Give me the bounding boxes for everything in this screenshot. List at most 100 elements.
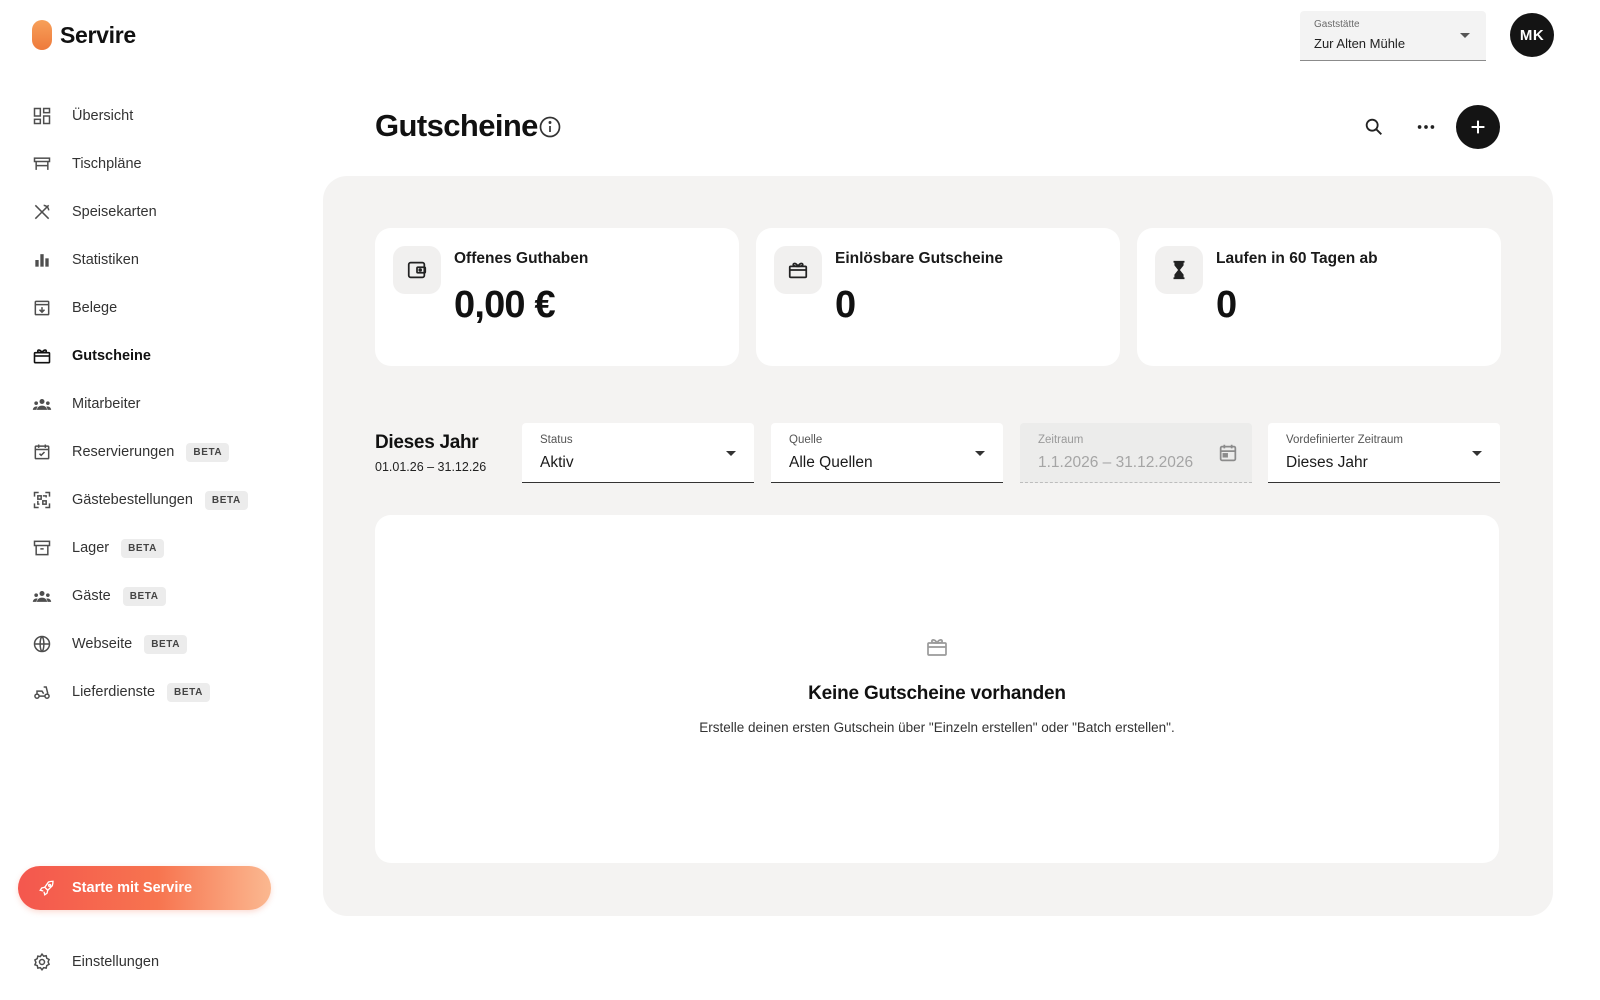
add-voucher-button[interactable] (1456, 105, 1500, 149)
source-select-value: Alle Quellen (789, 454, 873, 471)
archive-icon (30, 536, 54, 560)
sidebar-item-label: Statistiken (72, 252, 139, 268)
sidebar-item-tischplaene[interactable]: Tischpläne (20, 140, 310, 188)
empty-state-text: Erstelle deinen ersten Gutschein über "E… (699, 720, 1175, 735)
sidebar-item-reservierungen[interactable]: Reservierungen BETA (20, 428, 310, 476)
globe-icon (30, 632, 54, 656)
info-icon[interactable] (538, 115, 562, 139)
sidebar-item-label: Lager (72, 540, 110, 556)
sidebar-item-webseite[interactable]: Webseite BETA (20, 620, 310, 668)
sidebar-item-label: Webseite (72, 636, 133, 652)
restaurant-select[interactable]: Gaststätte Zur Alten Mühle (1300, 11, 1486, 61)
kpi-expiring-soon: Laufen in 60 Tagen ab 0 (1137, 228, 1501, 366)
brand-logo[interactable]: Servire (32, 20, 136, 50)
sidebar-item-gutscheine[interactable]: Gutscheine (20, 332, 310, 380)
beta-badge: BETA (144, 634, 188, 654)
hourglass-icon (1155, 246, 1203, 294)
scooter-icon (30, 680, 54, 704)
search-icon[interactable] (1362, 115, 1386, 139)
rocket-icon (36, 877, 58, 899)
plus-icon (1471, 120, 1485, 134)
period-range: 01.01.26 – 31.12.26 (375, 460, 487, 474)
source-select-label: Quelle (789, 434, 823, 446)
chevron-down-icon (1472, 451, 1482, 456)
sidebar-item-label: Reservierungen (72, 444, 175, 460)
chevron-down-icon (975, 451, 985, 456)
sidebar-item-label: Einstellungen (72, 954, 160, 970)
dashboard-icon (30, 104, 54, 128)
restaurant-select-label: Gaststätte (1314, 19, 1360, 30)
beta-badge: BETA (122, 586, 166, 606)
sidebar-item-lieferdienste[interactable]: Lieferdienste BETA (20, 668, 310, 716)
sidebar-item-label: Gäste (72, 588, 111, 604)
user-avatar[interactable]: MK (1510, 13, 1554, 57)
table-icon (30, 152, 54, 176)
restaurant-select-value: Zur Alten Mühle (1314, 36, 1406, 51)
kpi-redeemable-vouchers: Einlösbare Gutscheine 0 (756, 228, 1120, 366)
sidebar-item-label: Gästebestellungen (72, 492, 193, 508)
group-icon (30, 392, 54, 416)
kpi-title: Laufen in 60 Tagen ab (1216, 250, 1378, 267)
kpi-value: 0,00 € (454, 284, 556, 326)
kpi-title: Offenes Guthaben (454, 250, 589, 267)
calendar-check-icon (30, 440, 54, 464)
gift-card-icon (774, 246, 822, 294)
sidebar-item-einstellungen[interactable]: Einstellungen (20, 940, 310, 984)
qr-code-icon (30, 488, 54, 512)
date-range-label: Zeitraum (1038, 434, 1084, 446)
servire-logo-icon (32, 20, 52, 50)
chevron-down-icon (726, 451, 736, 456)
app: Servire Übersicht Tischpläne Speisekarte… (0, 0, 1600, 1000)
empty-state-title: Keine Gutscheine vorhanden (808, 683, 1066, 704)
gear-icon (30, 950, 54, 974)
sidebar-item-lager[interactable]: Lager BETA (20, 524, 310, 572)
sidebar-item-label: Gutscheine (72, 348, 151, 364)
receipt-icon (30, 296, 54, 320)
kpi-value: 0 (835, 284, 856, 326)
sidebar-item-label: Mitarbeiter (72, 396, 141, 412)
kpi-value: 0 (1216, 284, 1237, 326)
sidebar-item-label: Speisekarten (72, 204, 157, 220)
sidebar-item-gaestebestellungen[interactable]: Gästebestellungen BETA (20, 476, 310, 524)
sidebar-item-mitarbeiter[interactable]: Mitarbeiter (20, 380, 310, 428)
preset-period-label: Vordefinierter Zeitraum (1286, 434, 1403, 446)
sidebar-item-belege[interactable]: Belege (20, 284, 310, 332)
date-range-value: 1.1.2026 – 31.12.2026 (1038, 454, 1194, 471)
status-select[interactable]: Status Aktiv (522, 423, 754, 483)
period-title: Dieses Jahr (375, 432, 479, 453)
cta-label: Starte mit Servire (72, 880, 193, 896)
start-with-servire-button[interactable]: Starte mit Servire (18, 866, 271, 910)
sidebar-item-gaeste[interactable]: Gäste BETA (20, 572, 310, 620)
preset-period-select[interactable]: Vordefinierter Zeitraum Dieses Jahr (1268, 423, 1500, 483)
more-options-icon[interactable] (1414, 115, 1438, 139)
empty-state: Keine Gutscheine vorhanden Erstelle dein… (375, 515, 1499, 863)
sidebar-item-uebersicht[interactable]: Übersicht (20, 92, 310, 140)
sidebar-item-statistiken[interactable]: Statistiken (20, 236, 310, 284)
bar-chart-icon (30, 248, 54, 272)
status-select-value: Aktiv (540, 454, 574, 471)
source-select[interactable]: Quelle Alle Quellen (771, 423, 1003, 483)
calendar-icon (1216, 441, 1240, 465)
preset-period-value: Dieses Jahr (1286, 454, 1368, 471)
vouchers-panel: Offenes Guthaben 0,00 € Einlösbare Gutsc… (323, 176, 1553, 916)
sidebar-item-label: Tischpläne (72, 156, 142, 172)
sidebar-item-label: Lieferdienste (72, 684, 156, 700)
kpi-open-balance: Offenes Guthaben 0,00 € (375, 228, 739, 366)
cutlery-icon (30, 200, 54, 224)
chevron-down-icon (1460, 33, 1470, 38)
kpi-title: Einlösbare Gutscheine (835, 250, 1003, 267)
wallet-icon (393, 246, 441, 294)
sidebar-item-speisekarten[interactable]: Speisekarten (20, 188, 310, 236)
beta-badge: BETA (186, 442, 230, 462)
brand-name: Servire (60, 21, 136, 48)
guests-icon (30, 584, 54, 608)
gift-card-icon (925, 635, 949, 659)
gift-card-icon (30, 344, 54, 368)
status-select-label: Status (540, 434, 573, 446)
sidebar-nav: Übersicht Tischpläne Speisekarten Statis… (20, 92, 310, 716)
sidebar-item-label: Belege (72, 300, 118, 316)
page-title: Gutscheine (375, 108, 538, 143)
beta-badge: BETA (204, 490, 248, 510)
sidebar-item-label: Übersicht (72, 108, 134, 124)
beta-badge: BETA (121, 538, 164, 558)
